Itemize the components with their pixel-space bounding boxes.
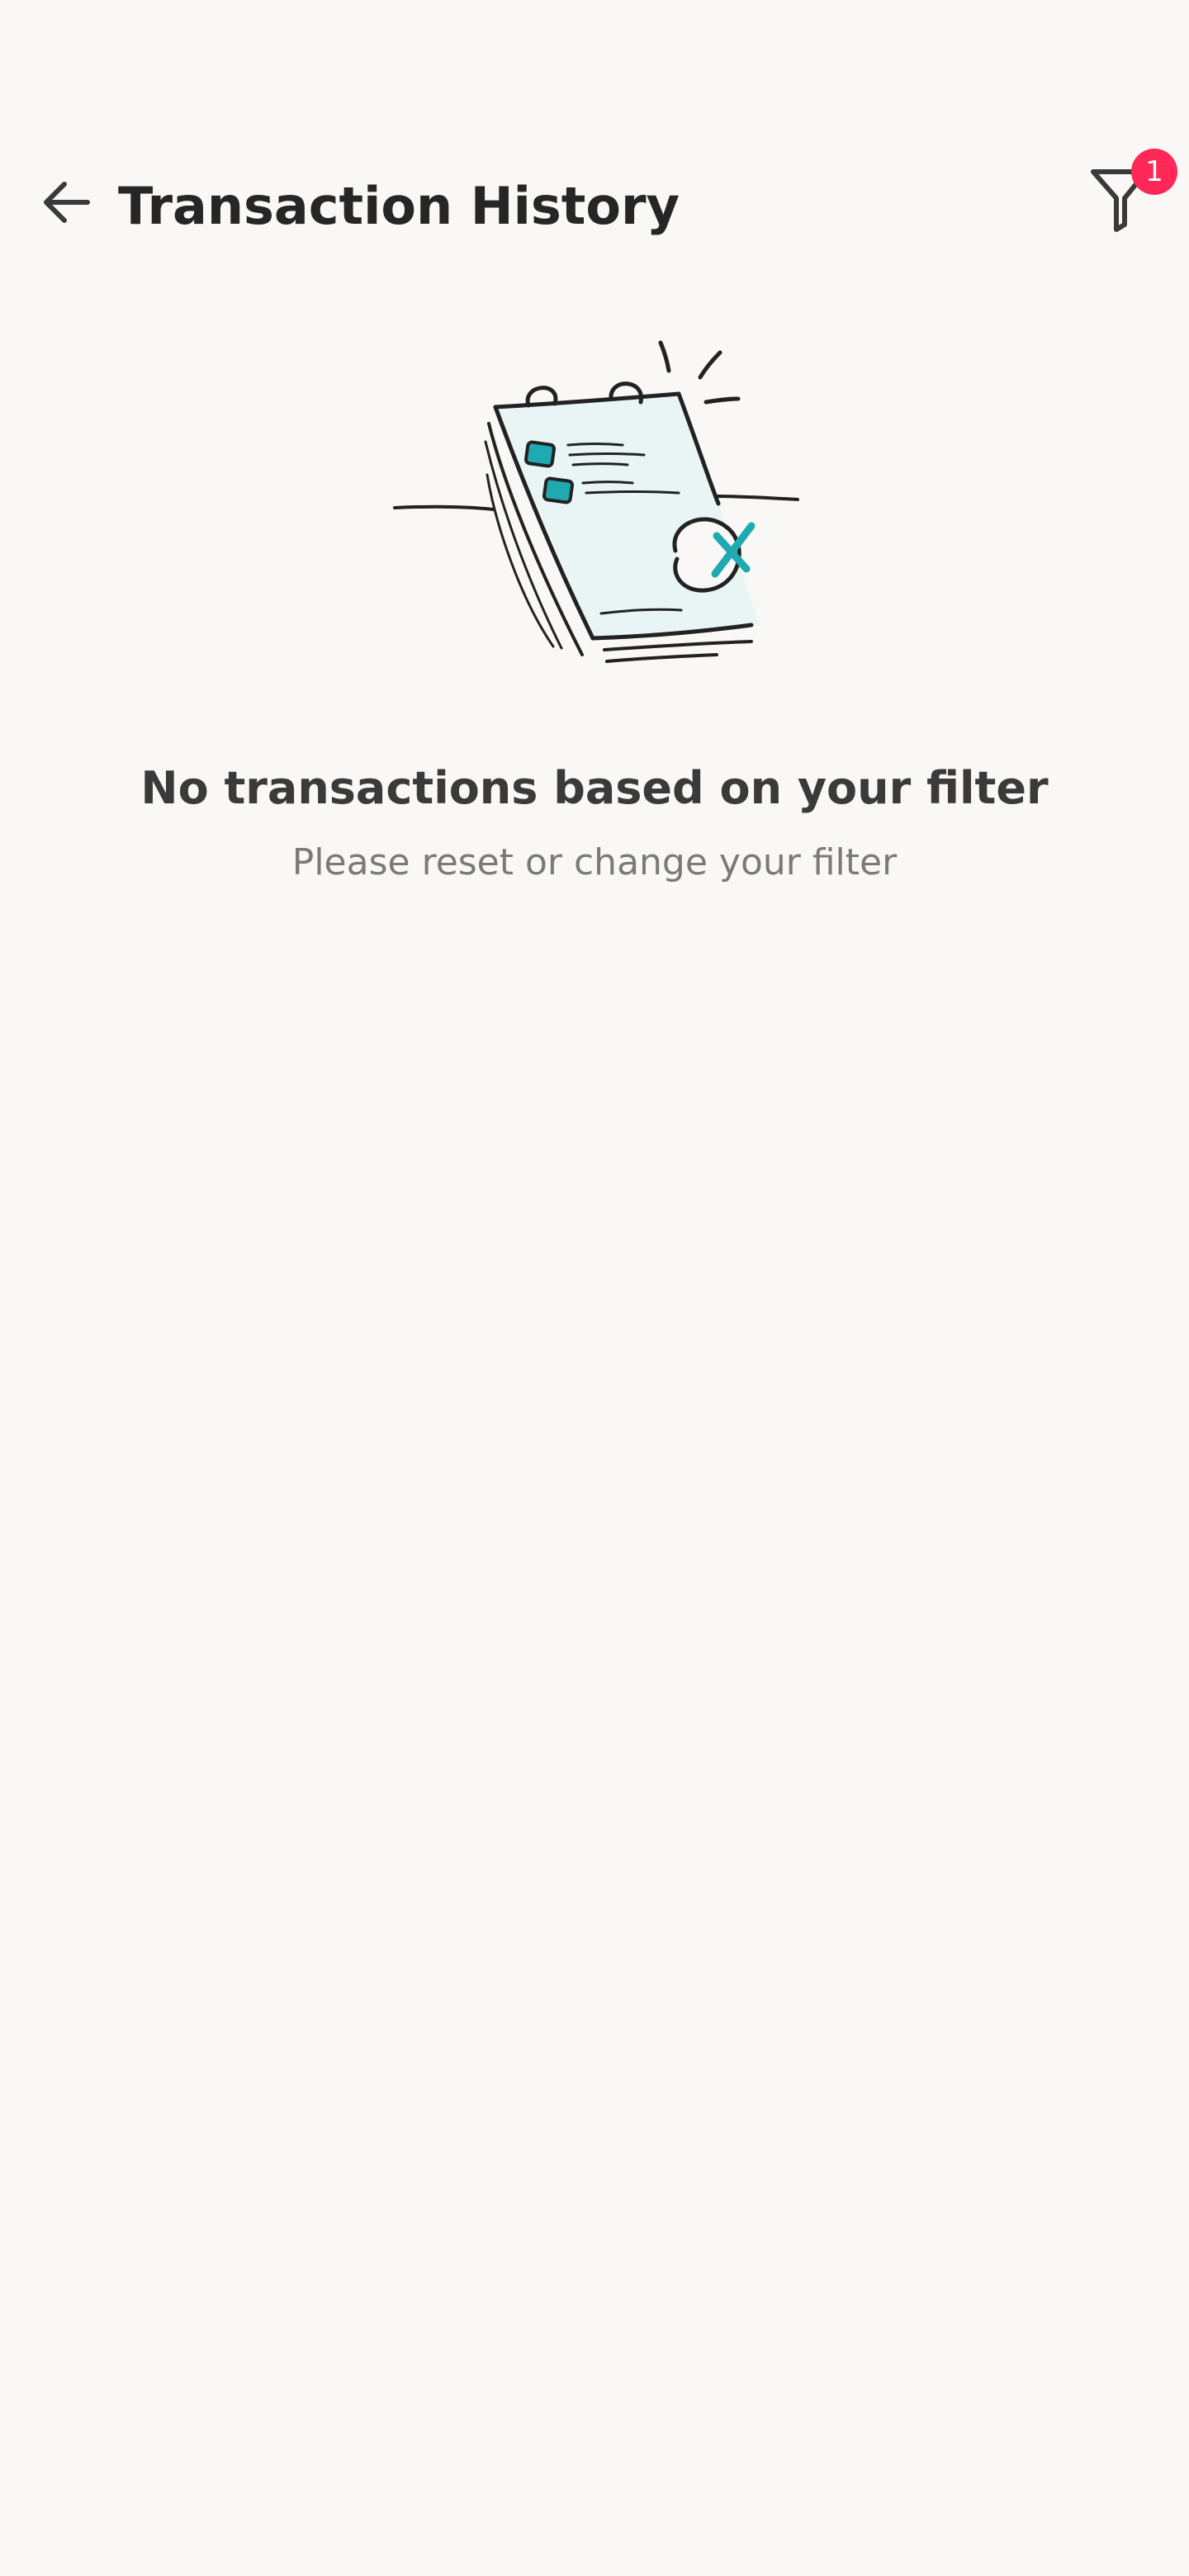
filter-button[interactable]: 1 [1073,149,1181,256]
back-button[interactable] [25,161,107,244]
empty-state-title: No transactions based on your filter [140,762,1049,814]
page-title: Transaction History [118,176,680,236]
empty-state-subtitle: Please reset or change your filter [291,841,898,883]
notepad-with-x-icon [393,340,799,663]
filter-count-badge: 1 [1131,149,1177,195]
arrow-left-icon [44,182,90,223]
app-bar: Transaction History 1 [0,140,1189,264]
